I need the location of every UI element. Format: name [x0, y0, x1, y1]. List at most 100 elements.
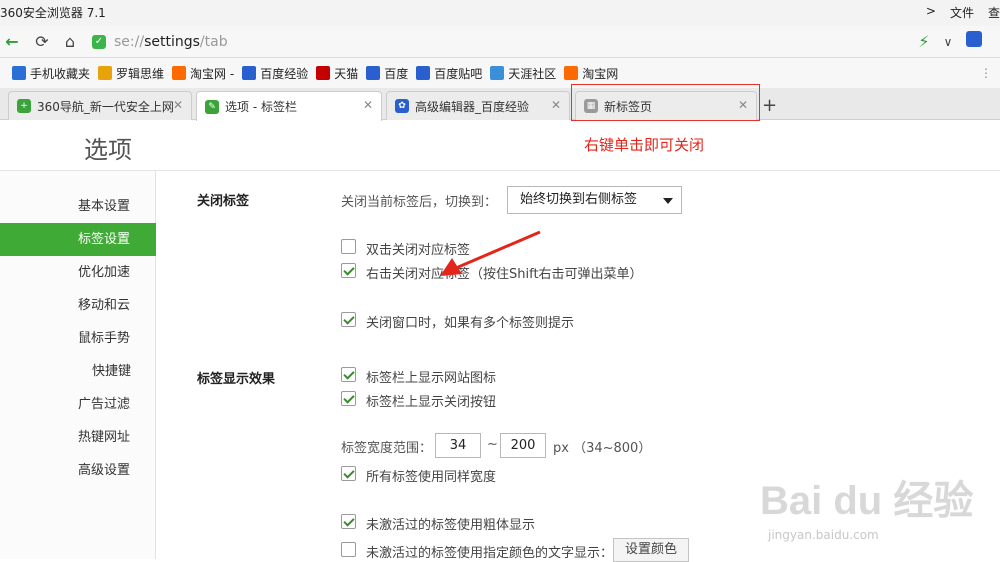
360-icon: +: [17, 99, 31, 113]
switch-after-close-select[interactable]: 始终切换到右侧标签: [507, 186, 682, 214]
wrench-icon: ✎: [205, 99, 219, 114]
set-color-button[interactable]: 设置颜色: [613, 538, 689, 562]
settings-sidebar: 基本设置 标签设置 优化加速 移动和云 鼠标手势 快捷键 广告过滤 热键网址 高…: [0, 171, 156, 559]
chevron-down-icon[interactable]: ∨: [936, 30, 960, 54]
close-icon[interactable]: ✕: [363, 98, 373, 112]
section-heading-tab-display: 标签显示效果: [197, 372, 276, 387]
title-bar: 360安全浏览器 7.1 > 文件 查: [0, 0, 1000, 26]
show-favicon-checkbox[interactable]: [341, 367, 356, 382]
tab-360-nav[interactable]: + 360导航_新一代安全上网 ✕: [8, 91, 192, 120]
sidebar-item-tabs[interactable]: 标签设置: [0, 223, 156, 256]
sidebar-item-advanced[interactable]: 高级设置: [0, 454, 156, 487]
switch-after-close-label: 关闭当前标签后，切换到：: [341, 195, 498, 210]
watermark-url: jingyan.baidu.com: [768, 528, 879, 542]
home-icon[interactable]: ⌂: [58, 30, 82, 54]
sidebar-item-optimize[interactable]: 优化加速: [0, 256, 156, 289]
bookmark-item[interactable]: 百度贴吧: [416, 65, 482, 82]
tab-label: 高级编辑器_百度经验: [415, 99, 530, 114]
double-click-close-label: 双击关闭对应标签: [366, 243, 471, 258]
menu-view[interactable]: 查: [988, 4, 1000, 21]
more-icon[interactable]: ⋮: [980, 66, 992, 80]
tab-label: 选项 - 标签栏: [225, 100, 297, 114]
close-icon[interactable]: ✕: [173, 98, 183, 112]
baidu-search-engine-icon[interactable]: [962, 30, 986, 54]
url-bar[interactable]: ✓ se://settings/tab: [92, 30, 882, 54]
tab-width-max-input[interactable]: 200: [500, 433, 546, 458]
bookmark-item[interactable]: 淘宝网: [564, 65, 618, 82]
taobao-icon: [172, 66, 187, 80]
bookmark-item[interactable]: 罗辑思维: [98, 65, 164, 82]
star-icon: [98, 66, 113, 80]
same-width-checkbox[interactable]: [341, 466, 356, 481]
shield-icon: ✓: [92, 35, 106, 49]
window-title: 360安全浏览器 7.1: [0, 6, 106, 20]
bookmark-label: 天猫: [334, 66, 359, 81]
show-favicon-label: 标签栏上显示网站图标: [366, 371, 497, 386]
section-heading-close-tabs: 关闭标签: [197, 194, 250, 209]
show-close-button-label: 标签栏上显示关闭按钮: [366, 395, 497, 410]
bookmark-item[interactable]: 百度经验: [242, 65, 308, 82]
baidu-jingyan-watermark: Bai du 经验 jingyan.baidu.com: [760, 468, 973, 542]
chevron-right-icon[interactable]: >: [926, 4, 936, 21]
bookmark-label: 百度经验: [260, 66, 309, 81]
bookmark-item[interactable]: 淘宝网 -: [172, 65, 234, 82]
tab-width-label: 标签宽度范围：: [341, 441, 433, 456]
menu-file[interactable]: 文件: [950, 4, 974, 21]
back-arrow-icon[interactable]: ←: [0, 30, 24, 54]
tab-baidu-editor[interactable]: ✿ 高级编辑器_百度经验 ✕: [386, 91, 570, 120]
sidebar-item-mobile-cloud[interactable]: 移动和云: [0, 289, 156, 322]
sidebar-item-ad-filter[interactable]: 广告过滤: [0, 388, 156, 421]
bookmark-label: 淘宝网 -: [190, 66, 235, 81]
taobao-icon: [564, 66, 579, 80]
warn-on-close-label: 关闭窗口时，如果有多个标签则提示: [366, 316, 575, 331]
tab-width-unit: px （34~800）: [553, 441, 652, 456]
url-scheme: se://: [114, 34, 145, 50]
bookmarks-bar: 手机收藏夹 罗辑思维 淘宝网 - 百度经验 天猫 百度 百度贴吧 天涯社区 淘宝网 ⋮: [0, 58, 1000, 88]
tab-width-separator: ~: [487, 437, 498, 452]
annotation-highlight-box: [571, 84, 760, 121]
bookmark-label: 天涯社区: [508, 66, 557, 81]
new-tab-plus-icon[interactable]: +: [762, 95, 777, 116]
url-path: /tab: [199, 34, 228, 50]
reload-icon[interactable]: ⟳: [30, 30, 54, 54]
color-inactive-checkbox[interactable]: [341, 542, 356, 557]
select-value: 始终切换到右侧标签: [520, 192, 638, 207]
bookmark-item[interactable]: 天涯社区: [490, 65, 556, 82]
double-click-close-checkbox[interactable]: [341, 239, 356, 254]
bookmark-label: 淘宝网: [582, 66, 619, 81]
tab-label: 360导航_新一代安全上网: [37, 99, 174, 114]
annotation-text: 右键单击即可关闭: [584, 136, 705, 154]
baidu-paw-icon: [242, 66, 257, 80]
bookmark-item[interactable]: 手机收藏夹: [12, 65, 90, 82]
same-width-label: 所有标签使用同样宽度: [366, 470, 497, 485]
color-inactive-label: 未激活过的标签使用指定颜色的文字显示：: [366, 546, 614, 561]
sidebar-item-basic[interactable]: 基本设置: [0, 190, 156, 223]
tmall-icon: [316, 66, 331, 80]
bookmark-label: 百度: [384, 66, 409, 81]
bookmark-item[interactable]: 天猫: [316, 65, 358, 82]
show-close-button-checkbox[interactable]: [341, 391, 356, 406]
page-title: 选项: [84, 136, 132, 164]
lightning-icon[interactable]: ⚡: [912, 30, 936, 54]
tab-options[interactable]: ✎ 选项 - 标签栏 ✕: [196, 91, 382, 121]
globe-icon: [490, 66, 505, 80]
bold-inactive-checkbox[interactable]: [341, 514, 356, 529]
sidebar-item-mouse-gestures[interactable]: 鼠标手势: [0, 322, 156, 355]
close-icon[interactable]: ✕: [551, 98, 561, 112]
sidebar-item-shortcuts[interactable]: 快捷键: [0, 355, 156, 388]
baidu-paw-icon: ✿: [395, 99, 409, 113]
warn-on-close-checkbox[interactable]: [341, 312, 356, 327]
url-host: settings: [144, 34, 200, 50]
caret-down-icon: [663, 198, 673, 204]
bookmark-item[interactable]: 百度: [366, 65, 408, 82]
title-bar-controls: > 文件 查: [926, 4, 1000, 21]
phone-icon: [12, 66, 26, 80]
right-click-close-checkbox[interactable]: [341, 263, 356, 278]
bookmark-label: 手机收藏夹: [30, 66, 91, 81]
baidu-paw-icon: [416, 66, 431, 80]
sidebar-item-hotkey-urls[interactable]: 热键网址: [0, 421, 156, 454]
right-click-close-label: 右击关闭对应标签（按住Shift右击可弹出菜单）: [366, 267, 643, 282]
bold-inactive-label: 未激活过的标签使用粗体显示: [366, 518, 536, 533]
tab-width-min-input[interactable]: 34: [435, 433, 481, 458]
bookmark-label: 罗辑思维: [116, 66, 165, 81]
